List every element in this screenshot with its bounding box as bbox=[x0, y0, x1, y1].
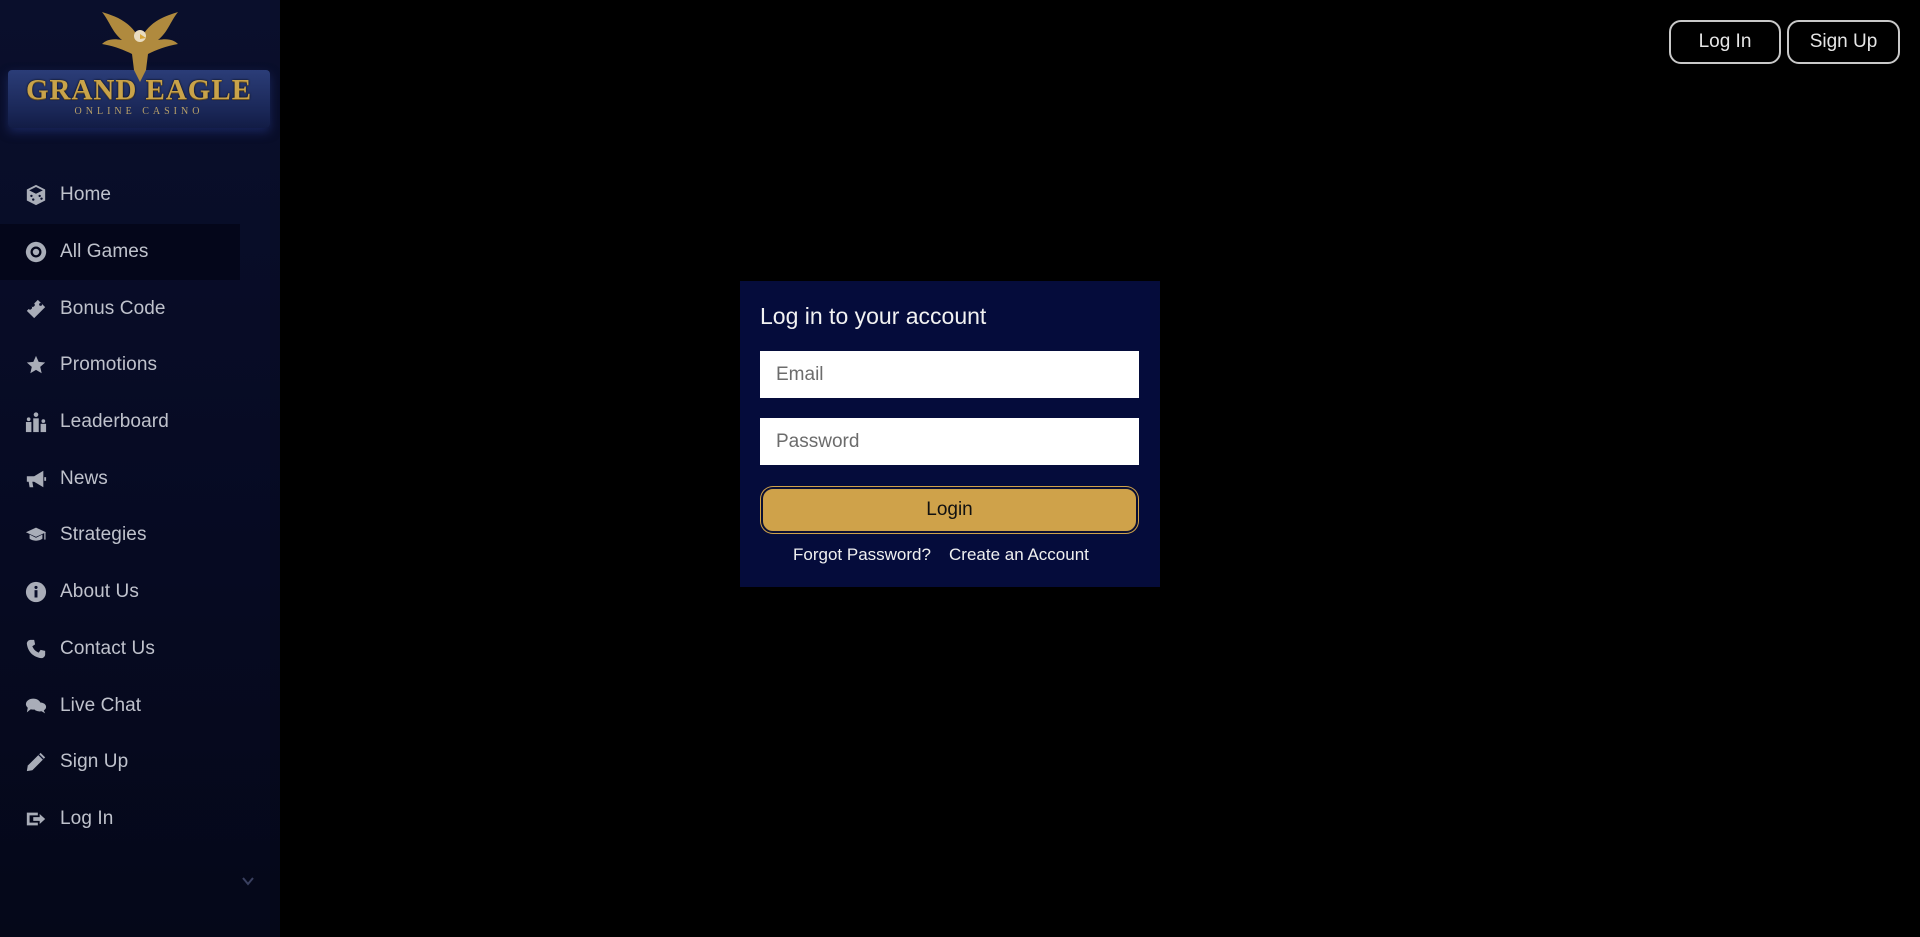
chat-icon bbox=[24, 694, 48, 718]
sidebar-item-label: Promotions bbox=[60, 354, 158, 376]
info-icon bbox=[24, 580, 48, 604]
chevron-down-icon[interactable] bbox=[241, 874, 255, 888]
sidebar-item-bonus-code[interactable]: Bonus Code bbox=[0, 280, 240, 337]
sidebar-item-sign-up[interactable]: Sign Up bbox=[0, 734, 240, 791]
sidebar-item-label: News bbox=[60, 467, 108, 489]
password-field[interactable] bbox=[760, 418, 1139, 465]
phone-icon bbox=[24, 637, 48, 661]
sidebar-item-label: Log In bbox=[60, 807, 114, 829]
sidebar-item-leaderboard[interactable]: Leaderboard bbox=[0, 394, 240, 451]
sidebar-item-label: Leaderboard bbox=[60, 411, 169, 433]
forgot-password-link[interactable]: Forgot Password? bbox=[793, 545, 931, 565]
sidebar-item-home[interactable]: Home bbox=[0, 167, 240, 224]
megaphone-icon bbox=[24, 467, 48, 491]
sidebar-item-label: Contact Us bbox=[60, 637, 155, 659]
logo-tagline: ONLINE CASINO bbox=[74, 106, 204, 117]
graduation-cap-icon bbox=[24, 523, 48, 547]
ticket-icon bbox=[24, 297, 48, 321]
sidebar-item-live-chat[interactable]: Live Chat bbox=[0, 677, 240, 734]
sidebar-item-label: Strategies bbox=[60, 524, 147, 546]
sidebar-item-label: Home bbox=[60, 184, 112, 206]
logo-title: GRAND EAGLE bbox=[25, 74, 253, 106]
dice-icon bbox=[24, 183, 48, 207]
sign-in-icon bbox=[24, 807, 48, 831]
sidebar-item-promotions[interactable]: Promotions bbox=[0, 337, 240, 394]
login-submit-button[interactable]: Login bbox=[761, 487, 1138, 533]
header-signup-button[interactable]: Sign Up bbox=[1787, 20, 1900, 64]
sidebar-item-log-in[interactable]: Log In bbox=[0, 791, 240, 848]
podium-icon bbox=[24, 410, 48, 434]
sidebar-item-strategies[interactable]: Strategies bbox=[0, 507, 240, 564]
sidebar-item-label: About Us bbox=[60, 581, 139, 603]
sidebar-item-news[interactable]: News bbox=[0, 450, 240, 507]
pencil-icon bbox=[24, 750, 48, 774]
sidebar-item-all-games[interactable]: All Games bbox=[0, 223, 240, 281]
sidebar-item-about-us[interactable]: About Us bbox=[0, 564, 240, 621]
sidebar-item-contact-us[interactable]: Contact Us bbox=[0, 621, 240, 678]
star-icon bbox=[24, 353, 48, 377]
login-modal: Log in to your account Login Forgot Pass… bbox=[740, 281, 1160, 587]
email-field[interactable] bbox=[760, 351, 1139, 398]
modal-title: Log in to your account bbox=[760, 303, 987, 329]
sidebar-item-label: Sign Up bbox=[60, 751, 129, 773]
create-account-link[interactable]: Create an Account bbox=[949, 545, 1089, 565]
sidebar-nav: Home All Games Bonus Code Promotions Lea… bbox=[0, 167, 240, 847]
sidebar-item-label: Live Chat bbox=[60, 694, 142, 716]
sidebar-item-label: All Games bbox=[60, 241, 149, 263]
header-login-button[interactable]: Log In bbox=[1669, 20, 1781, 64]
sidebar: GRAND EAGLE ONLINE CASINO Home All Games… bbox=[0, 0, 280, 937]
poker-chip-icon bbox=[24, 240, 48, 264]
grand-eagle-logo[interactable]: GRAND EAGLE ONLINE CASINO bbox=[8, 8, 270, 130]
sidebar-item-label: Bonus Code bbox=[60, 297, 166, 319]
